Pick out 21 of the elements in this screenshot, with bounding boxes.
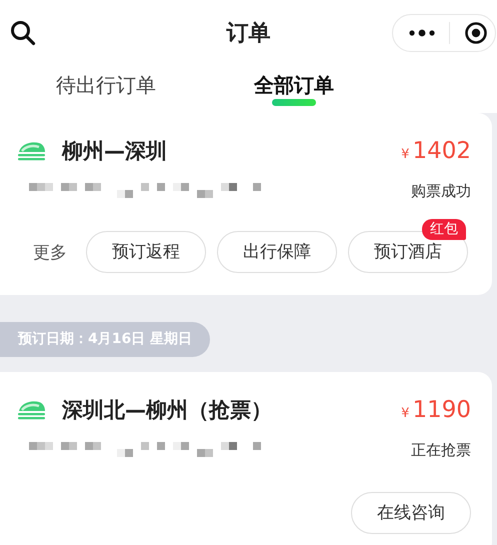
more-icon[interactable]: [409, 29, 435, 37]
price: ¥1402: [401, 138, 471, 164]
order-status: 正在抢票: [411, 440, 471, 460]
tab[interactable]: 待出行订单: [56, 66, 156, 104]
action-button[interactable]: 预订返程: [86, 231, 206, 273]
tab-underline: [272, 99, 316, 106]
price: ¥1190: [401, 397, 471, 423]
train-icon: [17, 400, 46, 420]
action-button[interactable]: 在线咨询: [351, 492, 471, 534]
page-title: 订单: [226, 20, 270, 48]
search-icon[interactable]: [10, 20, 36, 46]
date-label: 预订日期：4月16日 星期日: [0, 322, 210, 357]
tab[interactable]: 全部订单: [254, 66, 334, 104]
route-title: 深圳北—柳州（抢票）: [62, 397, 273, 424]
route-title: 柳州—深圳: [62, 138, 168, 165]
action-button[interactable]: 出行保障: [217, 231, 337, 273]
close-icon[interactable]: [464, 21, 488, 45]
more-label: 更多: [33, 242, 67, 264]
train-icon: [17, 141, 46, 161]
order-status: 购票成功: [411, 182, 471, 200]
badge: 红包: [422, 219, 466, 240]
